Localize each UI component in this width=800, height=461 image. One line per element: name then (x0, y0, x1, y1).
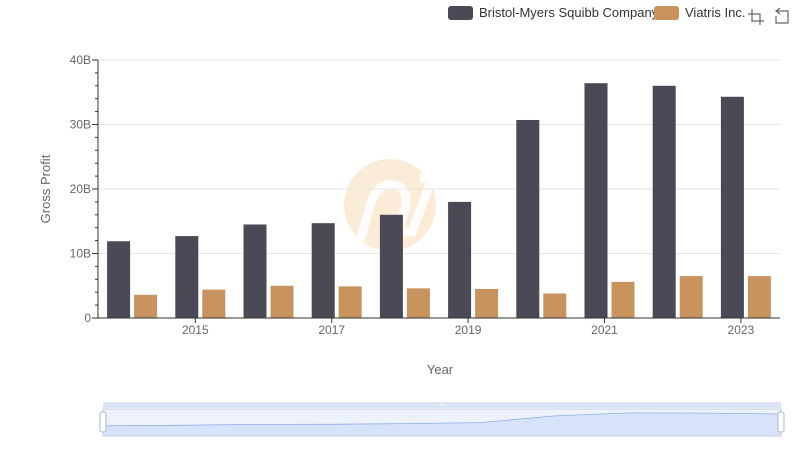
bar-bristol-myers-squibb-2016[interactable] (243, 224, 267, 318)
bar-viatris-2018[interactable] (406, 288, 430, 318)
bar-viatris-2023[interactable] (747, 276, 771, 318)
legend-label: Bristol-Myers Squibb Company (479, 5, 659, 20)
y-tick-label: 20B (70, 182, 91, 196)
y-axis-ticks: 0 10B 20B 30B 40B (70, 53, 92, 325)
restore-icon[interactable] (772, 7, 790, 25)
bar-viatris-2015[interactable] (202, 289, 226, 318)
bar-bristol-myers-squibb-2017[interactable] (311, 223, 335, 318)
x-tick-label: 2015 (182, 323, 209, 337)
legend-label: Viatris Inc. (685, 5, 745, 20)
y-axis-title: Gross Profit (38, 154, 53, 223)
bar-bristol-myers-squibb-2020[interactable] (516, 119, 540, 318)
x-axis-ticks: 2015 2017 2019 2021 2023 (182, 318, 755, 337)
grid-lines (98, 59, 780, 254)
data-zoom-slider[interactable] (99, 402, 785, 437)
bar-viatris-2020[interactable] (543, 293, 567, 318)
bar-viatris-2019[interactable] (475, 288, 499, 318)
x-tick-label: 2023 (728, 323, 755, 337)
bar-viatris-2022[interactable] (679, 276, 703, 318)
data-zoom-icon[interactable] (747, 9, 764, 25)
slider-right-handle[interactable] (777, 411, 785, 433)
bars (107, 83, 771, 318)
y-tick-label: 0 (84, 311, 91, 325)
y-tick-label: 10B (70, 247, 91, 261)
x-tick-label: 2021 (591, 323, 618, 337)
chart: 0 10B 20B 30B 40B 2015 2017 2019 2021 2023 Gross… (38, 5, 790, 437)
slider-left-handle[interactable] (99, 411, 107, 433)
bar-viatris-2014[interactable] (134, 294, 158, 318)
bar-viatris-2017[interactable] (338, 286, 362, 318)
bar-viatris-2021[interactable] (611, 281, 635, 318)
legend-swatch (654, 6, 679, 20)
bar-bristol-myers-squibb-2023[interactable] (720, 96, 744, 318)
x-tick-label: 2017 (318, 323, 345, 337)
legend-item-viatris[interactable]: Viatris Inc. (654, 5, 745, 20)
bar-bristol-myers-squibb-2015[interactable] (175, 236, 199, 318)
bar-bristol-myers-squibb-2014[interactable] (107, 241, 131, 318)
bar-viatris-2016[interactable] (270, 285, 294, 318)
legend-item-bristol-myers-squibb[interactable]: Bristol-Myers Squibb Company (448, 5, 659, 20)
bar-bristol-myers-squibb-2018[interactable] (379, 214, 403, 318)
y-tick-label: 30B (70, 118, 91, 132)
bar-bristol-myers-squibb-2019[interactable] (448, 201, 472, 318)
legend: Bristol-Myers Squibb Company Viatris Inc… (448, 5, 745, 20)
legend-swatch (448, 6, 473, 20)
bar-bristol-myers-squibb-2021[interactable] (584, 83, 608, 318)
x-tick-label: 2019 (455, 323, 482, 337)
y-tick-label: 40B (70, 53, 91, 67)
bar-bristol-myers-squibb-2022[interactable] (652, 85, 676, 318)
x-axis-title: Year (427, 362, 454, 377)
